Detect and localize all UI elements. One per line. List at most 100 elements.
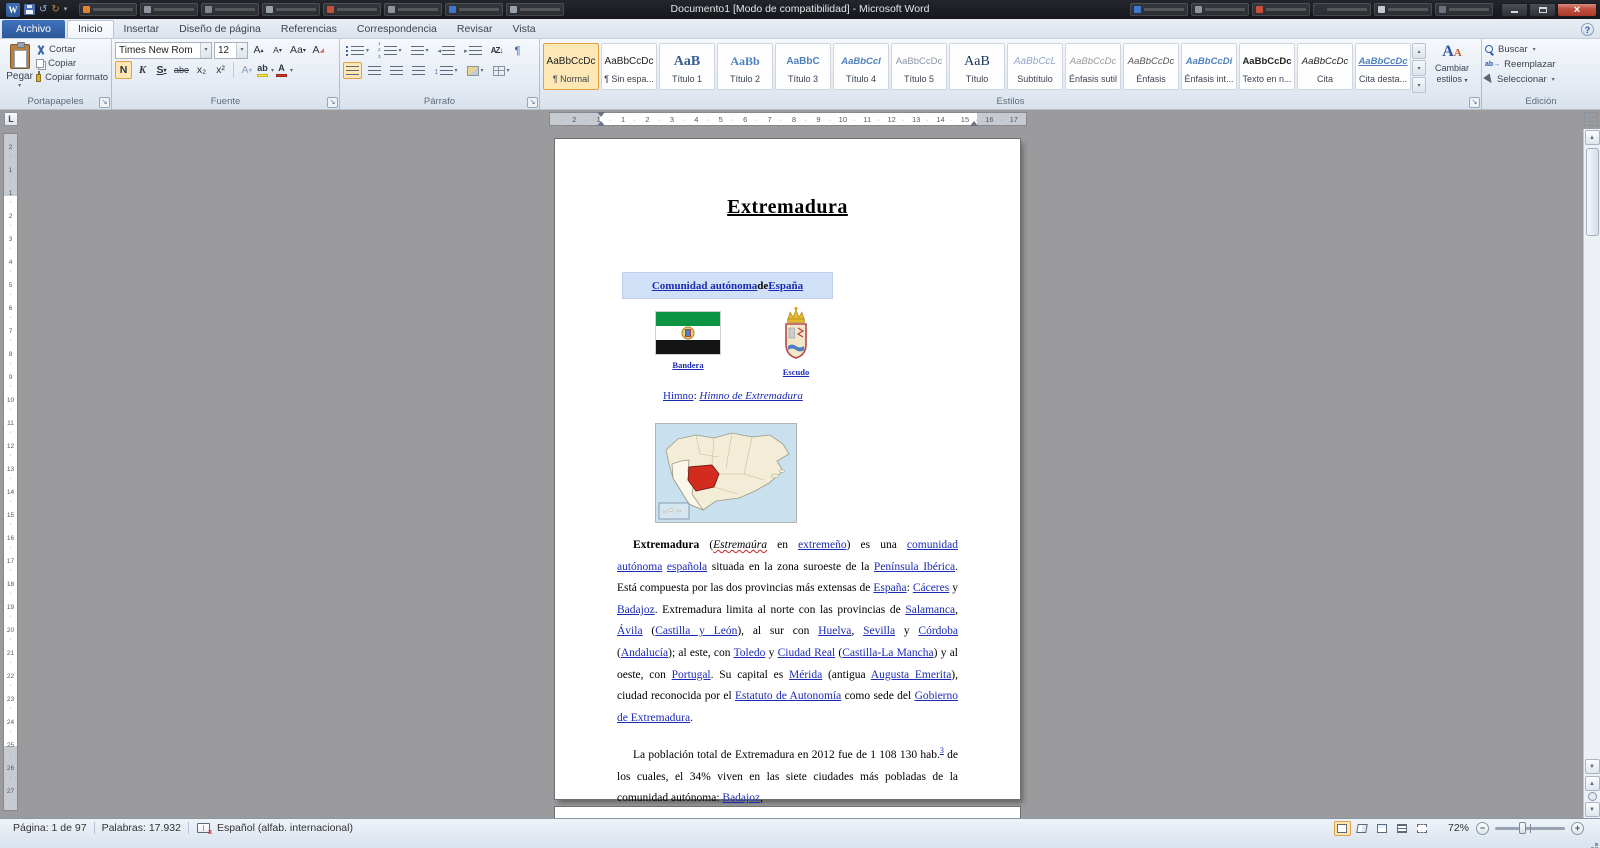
tab-inicio[interactable]: Inicio bbox=[67, 20, 114, 38]
style-cita[interactable]: AaBbCcDc Cita bbox=[1297, 43, 1353, 90]
tab-vista[interactable]: Vista bbox=[502, 20, 545, 38]
subscript-button[interactable]: x₂ bbox=[193, 61, 210, 79]
tab-revisar[interactable]: Revisar bbox=[447, 20, 503, 38]
close-button[interactable]: × bbox=[1557, 2, 1597, 17]
spellcheck-status-icon[interactable] bbox=[196, 823, 212, 836]
multilevel-list-button[interactable]: ▾ bbox=[408, 42, 432, 59]
copy-button[interactable]: Copiar bbox=[36, 58, 108, 69]
gallery-scroll-down-icon[interactable]: ▾ bbox=[1412, 60, 1426, 76]
hyperlink[interactable]: española bbox=[667, 561, 707, 573]
style-énfasis[interactable]: AaBbCcDc Énfasis bbox=[1123, 43, 1179, 90]
style-título-1[interactable]: AaB Título 1 bbox=[659, 43, 715, 90]
font-size-dropdown-icon[interactable]: ▾ bbox=[236, 42, 247, 58]
zoom-in-button[interactable]: + bbox=[1571, 821, 1584, 835]
style-título-2[interactable]: AaBb Título 2 bbox=[717, 43, 773, 90]
hyperlink[interactable]: Cáceres bbox=[913, 582, 949, 594]
hyperlink[interactable]: Castilla-La Mancha bbox=[842, 647, 933, 659]
word-count[interactable]: Palabras: 17.932 bbox=[95, 822, 188, 834]
cut-button[interactable]: Cortar bbox=[36, 44, 108, 55]
tab-correspondencia[interactable]: Correspondencia bbox=[347, 20, 447, 38]
previous-page-button[interactable]: ▲ bbox=[1584, 776, 1600, 791]
draft-view-button[interactable] bbox=[1414, 821, 1431, 836]
seleccionar-button[interactable]: Seleccionar ▾ bbox=[1483, 73, 1597, 86]
language-indicator[interactable]: Español (alfab. internacional) bbox=[210, 822, 360, 834]
buscar-button[interactable]: Buscar ▾ bbox=[1485, 44, 1597, 55]
web-layout-view-button[interactable] bbox=[1374, 821, 1391, 836]
taskbar-tab[interactable] bbox=[1191, 3, 1249, 16]
font-family-dropdown-icon[interactable]: ▾ bbox=[200, 42, 211, 58]
coat-of-arms-image[interactable] bbox=[781, 305, 811, 363]
hyperlink[interactable]: Portugal bbox=[672, 669, 711, 681]
zoom-slider[interactable] bbox=[1495, 821, 1565, 834]
taskbar-tab[interactable] bbox=[262, 3, 321, 16]
coat-of-arms-caption[interactable]: Escudo bbox=[765, 367, 827, 377]
hyperlink[interactable]: Comunidad autónoma bbox=[652, 280, 757, 292]
minimize-button[interactable] bbox=[1501, 2, 1528, 17]
taskbar-tab[interactable] bbox=[384, 3, 443, 16]
hyperlink[interactable]: Córdoba bbox=[918, 625, 958, 637]
font-color-button[interactable]: A bbox=[276, 61, 288, 79]
align-left-button[interactable] bbox=[343, 62, 362, 79]
vertical-ruler[interactable]: 2112345678910111213141516171819202122232… bbox=[3, 130, 18, 811]
hyperlink[interactable]: Mérida bbox=[789, 669, 822, 681]
bullets-button[interactable]: ▾ bbox=[343, 42, 372, 59]
tab-diseño-de-página[interactable]: Diseño de página bbox=[169, 20, 271, 38]
numbering-button[interactable]: 1 2 3 ▾ bbox=[375, 41, 405, 59]
undo-button[interactable]: ↺ bbox=[39, 3, 47, 16]
ruler-toggle-button[interactable] bbox=[1584, 112, 1598, 126]
shading-button[interactable]: ▾ bbox=[464, 62, 487, 79]
vertical-scrollbar[interactable]: ▲ ▼ ▲ ▼ bbox=[1583, 129, 1600, 818]
taskbar-tab[interactable] bbox=[506, 3, 565, 16]
flag-caption[interactable]: Bandera bbox=[655, 360, 721, 370]
paste-button[interactable]: Pegar ▾ bbox=[3, 41, 36, 95]
bold-button[interactable]: N bbox=[115, 61, 132, 79]
scrollbar-thumb[interactable] bbox=[1585, 148, 1599, 236]
hyperlink[interactable]: Badajoz bbox=[722, 792, 760, 804]
font-size-combobox[interactable]: 12 ▾ bbox=[214, 41, 248, 59]
taskbar-tab[interactable] bbox=[323, 3, 382, 16]
document-page[interactable]: Extremadura Comunidad autónoma de España… bbox=[555, 139, 1020, 804]
hyperlink[interactable]: Estatuto de Autonomía bbox=[735, 690, 841, 702]
resize-grip[interactable] bbox=[1595, 843, 1598, 846]
gallery-expand-icon[interactable]: ▾ bbox=[1412, 77, 1426, 93]
hyperlink[interactable]: Ciudad Real bbox=[778, 647, 836, 659]
font-family-combobox[interactable]: Times New Rom ▾ bbox=[115, 41, 212, 59]
tab-referencias[interactable]: Referencias bbox=[271, 20, 347, 38]
redo-button[interactable]: ↻ bbox=[51, 3, 59, 16]
print-layout-view-button[interactable] bbox=[1333, 820, 1351, 836]
italic-button[interactable]: K bbox=[134, 61, 151, 79]
horizontal-ruler[interactable]: 211234567891011121314151617 bbox=[549, 112, 1027, 126]
gallery-scroll-up-icon[interactable]: ▴ bbox=[1412, 43, 1426, 59]
font-dialog-launcher-icon[interactable]: ↘ bbox=[327, 97, 338, 108]
style-texto-en-n-[interactable]: AaBbCcDc Texto en n... bbox=[1239, 43, 1295, 90]
next-page-button[interactable]: ▼ bbox=[1584, 802, 1600, 817]
word-app-icon[interactable]: W bbox=[6, 2, 20, 17]
taskbar-tab[interactable] bbox=[79, 3, 138, 16]
qat-dropdown-icon[interactable]: ▾ bbox=[64, 3, 68, 16]
file-tab[interactable]: Archivo bbox=[2, 20, 66, 38]
shrink-font-button[interactable]: A ▾ bbox=[269, 41, 286, 59]
styles-dialog-launcher-icon[interactable]: ↘ bbox=[1469, 97, 1480, 108]
show-marks-button[interactable]: ¶ bbox=[509, 42, 527, 59]
paragraph-dialog-launcher-icon[interactable]: ↘ bbox=[527, 97, 538, 108]
save-button[interactable] bbox=[24, 4, 35, 15]
hyperlink[interactable]: Huelva bbox=[818, 625, 851, 637]
zoom-out-button[interactable]: − bbox=[1476, 821, 1489, 835]
hyperlink[interactable]: Augusta Emerita bbox=[871, 669, 952, 681]
outline-view-button[interactable] bbox=[1394, 821, 1411, 836]
clear-formatting-button[interactable]: A ◢ bbox=[310, 41, 327, 59]
highlight-color-button[interactable]: ab bbox=[257, 61, 269, 79]
scroll-down-icon[interactable]: ▼ bbox=[1584, 759, 1600, 774]
hyperlink[interactable]: España bbox=[768, 280, 803, 292]
style--sin-espa-[interactable]: AaBbCcDc ¶ Sin espa... bbox=[601, 43, 657, 90]
format-painter-button[interactable]: Copiar formato bbox=[36, 70, 108, 83]
flag-image[interactable] bbox=[655, 311, 721, 355]
taskbar-tab[interactable] bbox=[201, 3, 260, 16]
hyperlink[interactable]: Ávila bbox=[617, 625, 643, 637]
style-título-3[interactable]: AaBbC Título 3 bbox=[775, 43, 831, 90]
hyperlink[interactable]: España bbox=[873, 582, 906, 594]
hyperlink[interactable]: Andalucía bbox=[621, 647, 668, 659]
style-énfasis-sutil[interactable]: AaBbCcDc Énfasis sutil bbox=[1065, 43, 1121, 90]
align-center-button[interactable] bbox=[365, 62, 384, 79]
change-styles-button[interactable]: AA Cambiar estilos ▾ bbox=[1426, 41, 1478, 95]
